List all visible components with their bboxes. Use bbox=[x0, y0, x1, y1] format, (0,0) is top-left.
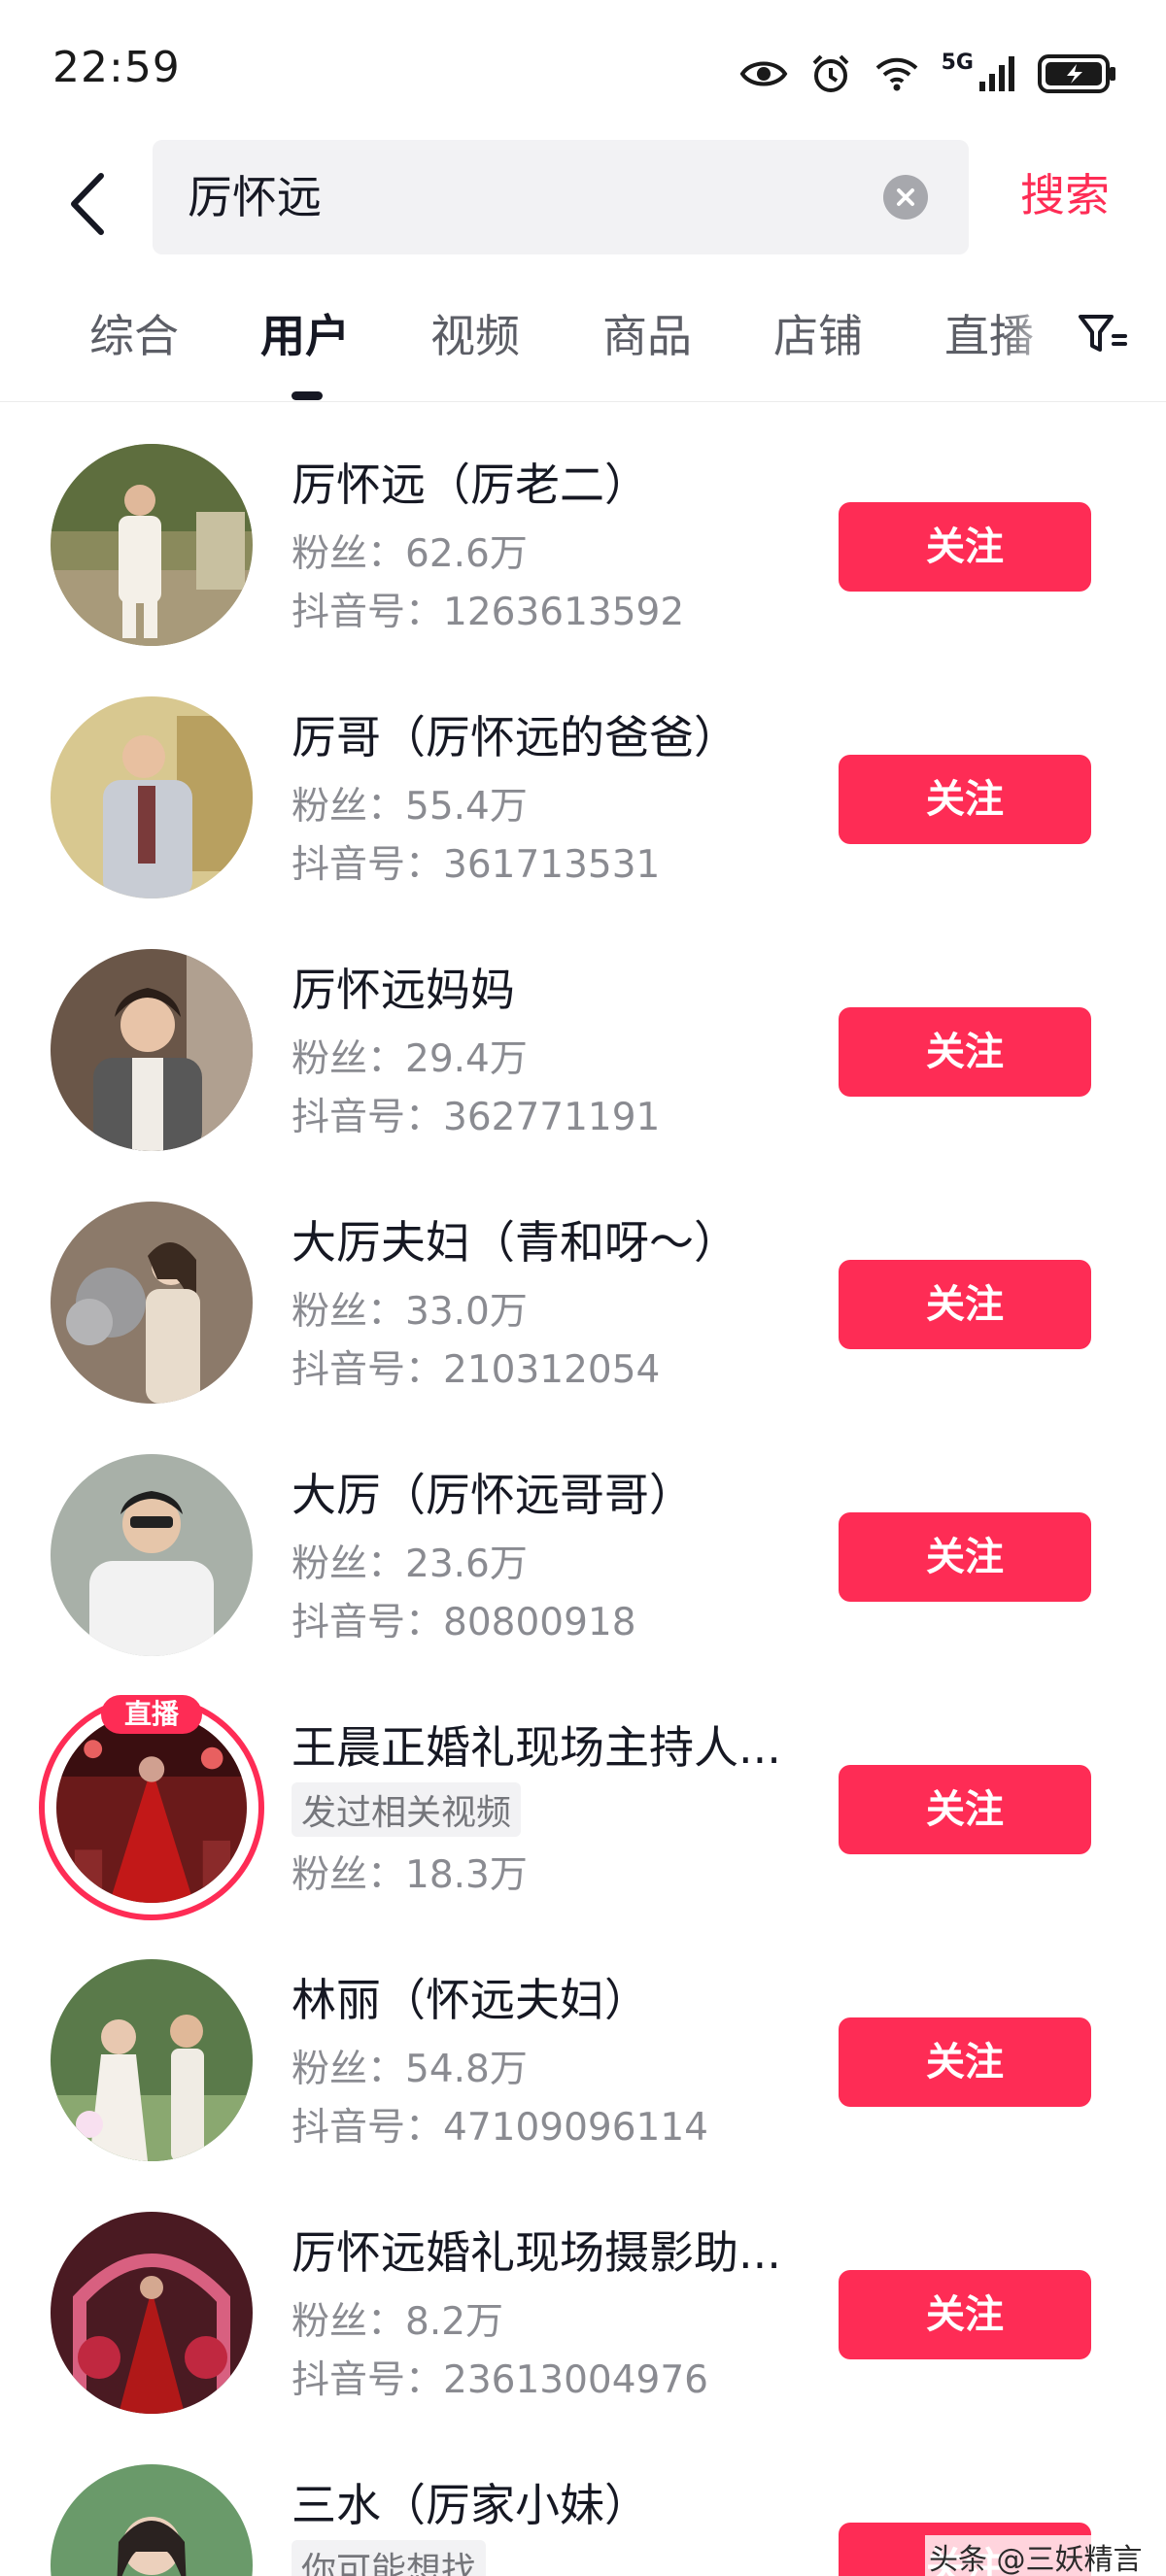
search-header: 搜索 bbox=[0, 136, 1166, 262]
avatar[interactable] bbox=[56, 1712, 247, 1903]
user-list-item[interactable]: 直播 王晨正婚礼现场主持人... 发过相关视频 粉丝：18.3万 关注 bbox=[0, 1666, 1166, 1920]
avatar[interactable] bbox=[51, 2212, 253, 2414]
user-douyin-id: 抖音号：362771191 bbox=[292, 1096, 661, 1139]
avatar[interactable] bbox=[51, 1202, 253, 1404]
back-button[interactable] bbox=[58, 165, 117, 243]
user-list-item[interactable]: 厉怀远婚礼现场摄影助... 粉丝：8.2万 抖音号：23613004976 关注 bbox=[0, 2171, 1166, 2423]
user-tag-line: 你可能想找 bbox=[292, 2540, 487, 2576]
follow-button[interactable]: 关注 bbox=[839, 1512, 1091, 1602]
user-douyin-id: 抖音号：23613004976 bbox=[292, 2358, 708, 2402]
user-follower-count: 粉丝：8.2万 bbox=[292, 2300, 504, 2344]
follow-button[interactable]: 关注 bbox=[839, 2017, 1091, 2107]
user-name: 林丽（怀远夫妇） bbox=[292, 1974, 649, 2026]
follow-button[interactable]: 关注 bbox=[839, 1260, 1091, 1349]
user-name: 厉哥（厉怀远的爸爸） bbox=[292, 711, 738, 763]
back-arrow-icon bbox=[71, 173, 104, 235]
user-tag: 发过相关视频 bbox=[292, 1782, 522, 1837]
user-douyin-id: 抖音号：80800918 bbox=[292, 1601, 636, 1644]
search-submit-button[interactable]: 搜索 bbox=[1020, 136, 1110, 254]
user-name: 厉怀远婚礼现场摄影助... bbox=[292, 2226, 781, 2279]
tab-shops[interactable]: 店铺 bbox=[773, 301, 863, 365]
tab-scroll-fade bbox=[1001, 291, 1069, 398]
user-list-item[interactable]: 厉怀远（厉老二） 粉丝：62.6万 抖音号：1263613592 关注 bbox=[0, 403, 1166, 656]
follow-button[interactable]: 关注 bbox=[839, 1765, 1091, 1854]
user-tag: 你可能想找 bbox=[292, 2540, 487, 2576]
status-bar: 22:59 5G bbox=[0, 0, 1166, 136]
user-name: 三水（厉家小妹） bbox=[292, 2479, 649, 2531]
clear-search-button[interactable] bbox=[883, 175, 928, 220]
follow-button[interactable]: 关注 bbox=[839, 502, 1091, 592]
avatar[interactable] bbox=[51, 1959, 253, 2161]
user-follower-count: 粉丝：62.6万 bbox=[292, 532, 528, 576]
live-badge: 直播 bbox=[101, 1695, 202, 1734]
follow-button[interactable]: 关注 bbox=[839, 2270, 1091, 2359]
wifi-icon bbox=[874, 54, 920, 93]
tab-comprehensive[interactable]: 综合 bbox=[89, 301, 179, 365]
user-follower-count: 粉丝：54.8万 bbox=[292, 2048, 528, 2091]
user-name: 厉怀远（厉老二） bbox=[292, 458, 649, 511]
search-input[interactable] bbox=[188, 140, 868, 254]
user-follower-count: 粉丝：33.0万 bbox=[292, 1290, 528, 1334]
user-list-item[interactable]: 大厉（厉怀远哥哥） 粉丝：23.6万 抖音号：80800918 关注 bbox=[0, 1413, 1166, 1666]
user-tag-line: 发过相关视频 bbox=[292, 1782, 522, 1837]
user-name: 大厉夫妇（青和呀～） bbox=[292, 1216, 738, 1269]
avatar[interactable] bbox=[51, 2464, 253, 2576]
user-douyin-id: 抖音号：47109096114 bbox=[292, 2106, 708, 2150]
status-time: 22:59 bbox=[52, 43, 181, 92]
avatar[interactable] bbox=[51, 1454, 253, 1656]
signal-icon bbox=[977, 54, 1016, 93]
battery-charging-icon bbox=[1038, 54, 1117, 93]
network-type-label: 5G bbox=[941, 50, 974, 75]
user-douyin-id: 抖音号：1263613592 bbox=[292, 591, 685, 634]
tab-users[interactable]: 用户 bbox=[260, 301, 350, 365]
eye-icon bbox=[739, 57, 788, 90]
avatar[interactable] bbox=[51, 444, 253, 646]
user-name: 大厉（厉怀远哥哥） bbox=[292, 1469, 694, 1521]
alarm-icon bbox=[809, 52, 852, 95]
user-name: 王晨正婚礼现场主持人... bbox=[292, 1721, 781, 1774]
user-list-item[interactable]: 厉怀远妈妈 粉丝：29.4万 抖音号：362771191 关注 bbox=[0, 908, 1166, 1161]
close-icon bbox=[897, 188, 914, 206]
result-tabs: 综合 用户 视频 商品 店铺 直播 bbox=[0, 291, 1166, 402]
user-follower-count: 粉丝：29.4万 bbox=[292, 1037, 528, 1081]
user-list-item[interactable]: 厉哥（厉怀远的爸爸） 粉丝：55.4万 抖音号：361713531 关注 bbox=[0, 656, 1166, 908]
user-follower-count: 粉丝：18.3万 bbox=[292, 1853, 528, 1897]
watermark: 头条 @三妖精言 bbox=[925, 2535, 1147, 2576]
follow-button[interactable]: 关注 bbox=[839, 755, 1091, 844]
filter-button[interactable] bbox=[1077, 307, 1131, 365]
active-tab-indicator bbox=[292, 391, 323, 400]
user-list-item[interactable]: 林丽（怀远夫妇） 粉丝：54.8万 抖音号：47109096114 关注 bbox=[0, 1918, 1166, 2171]
follow-button[interactable]: 关注 bbox=[839, 1007, 1091, 1097]
user-name: 厉怀远妈妈 bbox=[292, 964, 515, 1016]
tab-videos[interactable]: 视频 bbox=[430, 301, 520, 365]
user-follower-count: 粉丝：23.6万 bbox=[292, 1542, 528, 1586]
tab-products[interactable]: 商品 bbox=[602, 301, 692, 365]
filter-icon bbox=[1079, 315, 1127, 352]
user-douyin-id: 抖音号：210312054 bbox=[292, 1348, 661, 1392]
status-icons: 5G bbox=[739, 49, 1117, 99]
avatar[interactable] bbox=[51, 696, 253, 898]
user-follower-count: 粉丝：55.4万 bbox=[292, 785, 528, 829]
search-box bbox=[153, 140, 969, 254]
user-list-item[interactable]: 大厉夫妇（青和呀～） 粉丝：33.0万 抖音号：210312054 关注 bbox=[0, 1161, 1166, 1413]
avatar[interactable] bbox=[51, 949, 253, 1151]
user-douyin-id: 抖音号：361713531 bbox=[292, 843, 661, 887]
